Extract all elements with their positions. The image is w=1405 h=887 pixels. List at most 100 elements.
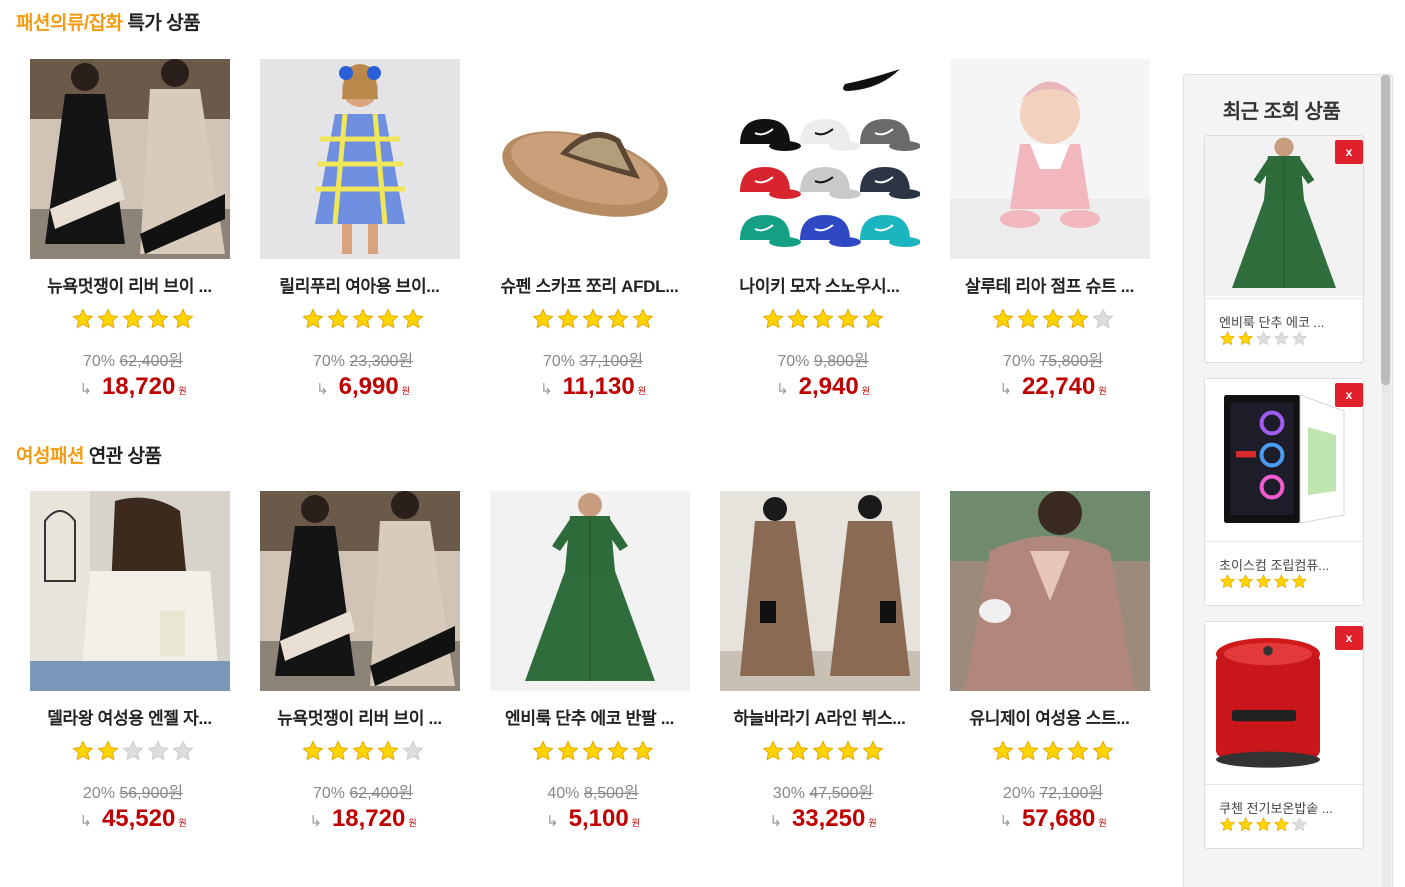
product-rating [478, 739, 708, 763]
product-rating [248, 307, 478, 331]
product-name[interactable]: 살루테 리아 점프 슈트 ... [942, 272, 1157, 297]
recent-item-name[interactable]: 쿠첸 전기보온밥솥 ... [1219, 798, 1354, 817]
product-card[interactable]: 엔비룩 단추 에코 반팔 ... 40% 8,500원 ↳ 5,100 원 [478, 491, 708, 833]
return-arrow-icon: ↳ [79, 381, 92, 398]
sale-price-row: ↳ 45,520 원 [18, 805, 248, 833]
product-grid-special: 뉴욕멋쟁이 리버 브이 ... 70% 62,400원 ↳ 18,720 원 릴리푸리 … [18, 59, 1168, 401]
recent-products-sidebar: 최근 조회 상품 x 엔비룩 단추 에코 ... x 초이스컴 조립컴퓨... x 쿠… [1183, 74, 1393, 887]
original-price: 9,800원 [813, 353, 869, 370]
product-name[interactable]: 유니제이 여성용 스트... [942, 704, 1157, 729]
product-card[interactable]: 릴리푸리 여아용 브이... 70% 23,300원 ↳ 6,990 원 [248, 59, 478, 401]
recent-item-name[interactable]: 초이스컴 조립컴퓨... [1219, 555, 1354, 574]
discount-rate: 70% [82, 353, 115, 370]
original-price-row: 70% 75,800원 [938, 347, 1168, 371]
product-image[interactable] [490, 491, 690, 691]
sale-price-row: ↳ 57,680 원 [938, 805, 1168, 833]
recent-item[interactable]: x 쿠첸 전기보온밥솥 ... [1204, 621, 1364, 849]
star-empty-icon [1273, 330, 1290, 346]
sidebar-scrollbar[interactable] [1381, 75, 1391, 887]
sale-price-row: ↳ 6,990 원 [248, 373, 478, 401]
discount-rate: 30% [772, 785, 805, 802]
section-title-related: 여성패션 연관 상품 [16, 441, 162, 468]
sidebar-scroll-thumb[interactable] [1381, 75, 1390, 385]
product-name[interactable]: 뉴욕멋쟁이 리버 브이 ... [22, 272, 237, 297]
product-card[interactable]: 델라왕 여성용 엔젤 자... 20% 56,900원 ↳ 45,520 원 [18, 491, 248, 833]
star-filled-icon [327, 740, 349, 761]
star-filled-icon [812, 740, 834, 761]
currency-unit: 원 [1098, 818, 1107, 828]
remove-recent-button[interactable]: x [1335, 626, 1363, 650]
star-filled-icon [557, 308, 579, 329]
original-price-row: 20% 72,100원 [938, 779, 1168, 803]
star-filled-icon [787, 740, 809, 761]
divider [1205, 298, 1363, 299]
product-image[interactable] [950, 491, 1150, 691]
star-filled-icon [172, 308, 194, 329]
product-card[interactable]: 유니제이 여성용 스트... 20% 72,100원 ↳ 57,680 원 [938, 491, 1168, 833]
product-image[interactable] [490, 59, 690, 259]
star-empty-icon [402, 740, 424, 761]
star-filled-icon [302, 740, 324, 761]
product-name[interactable]: 나이키 모자 스노우시... [712, 272, 927, 297]
product-card[interactable]: 슈펜 스카프 쪼리 AFDL... 70% 37,100원 ↳ 11,130 원 [478, 59, 708, 401]
product-image[interactable] [950, 59, 1150, 259]
star-filled-icon [1017, 740, 1039, 761]
product-image[interactable] [720, 491, 920, 691]
recent-item-name[interactable]: 엔비룩 단추 에코 ... [1219, 312, 1354, 331]
star-filled-icon [1017, 308, 1039, 329]
star-filled-icon [1067, 308, 1089, 329]
star-empty-icon [172, 740, 194, 761]
product-image[interactable] [30, 491, 230, 691]
product-image[interactable] [260, 59, 460, 259]
product-card[interactable]: 뉴욕멋쟁이 리버 브이 ... 70% 62,400원 ↳ 18,720 원 [18, 59, 248, 401]
star-filled-icon [1219, 816, 1236, 832]
product-card[interactable]: 나이키 모자 스노우시... 70% 9,800원 ↳ 2,940 원 [708, 59, 938, 401]
star-filled-icon [1291, 573, 1308, 589]
sale-price: 2,940 [798, 373, 859, 400]
return-arrow-icon: ↳ [999, 381, 1012, 398]
product-image[interactable] [720, 59, 920, 259]
star-filled-icon [352, 740, 374, 761]
recent-item-rating [1219, 330, 1308, 347]
product-name[interactable]: 델라왕 여성용 엔젤 자... [22, 704, 237, 729]
star-filled-icon [1255, 573, 1272, 589]
star-filled-icon [762, 308, 784, 329]
product-image[interactable] [260, 491, 460, 691]
return-arrow-icon: ↳ [309, 813, 322, 830]
currency-unit: 원 [637, 386, 646, 396]
remove-recent-button[interactable]: x [1335, 140, 1363, 164]
product-name[interactable]: 슈펜 스카프 쪼리 AFDL... [482, 272, 697, 297]
discount-rate: 70% [1002, 353, 1035, 370]
product-name[interactable]: 하늘바라기 A라인 뷔스... [712, 704, 927, 729]
product-name[interactable]: 엔비룩 단추 에코 반팔 ... [482, 704, 697, 729]
star-filled-icon [992, 308, 1014, 329]
currency-unit: 원 [401, 386, 410, 396]
product-card[interactable]: 살루테 리아 점프 슈트 ... 70% 75,800원 ↳ 22,740 원 [938, 59, 1168, 401]
product-card[interactable]: 하늘바라기 A라인 뷔스... 30% 47,500원 ↳ 33,250 원 [708, 491, 938, 833]
star-empty-icon [1255, 330, 1272, 346]
original-price: 72,100원 [1039, 785, 1104, 802]
discount-rate: 70% [777, 353, 810, 370]
product-name[interactable]: 릴리푸리 여아용 브이... [252, 272, 467, 297]
currency-unit: 원 [178, 818, 187, 828]
remove-recent-button[interactable]: x [1335, 383, 1363, 407]
currency-unit: 원 [408, 818, 417, 828]
star-filled-icon [532, 308, 554, 329]
original-price: 75,800원 [1039, 353, 1104, 370]
product-card[interactable]: 뉴욕멋쟁이 리버 브이 ... 70% 62,400원 ↳ 18,720 원 [248, 491, 478, 833]
recent-item[interactable]: x 엔비룩 단추 에코 ... [1204, 135, 1364, 363]
recent-item[interactable]: x 초이스컴 조립컴퓨... [1204, 378, 1364, 606]
section-title-highlight: 여성패션 [16, 446, 84, 467]
product-grid-related: 델라왕 여성용 엔젤 자... 20% 56,900원 ↳ 45,520 원 뉴욕멋쟁이… [18, 491, 1168, 833]
star-filled-icon [1067, 740, 1089, 761]
star-filled-icon [582, 740, 604, 761]
product-image[interactable] [30, 59, 230, 259]
return-arrow-icon: ↳ [546, 813, 559, 830]
product-name[interactable]: 뉴욕멋쟁이 리버 브이 ... [252, 704, 467, 729]
star-filled-icon [352, 308, 374, 329]
star-filled-icon [377, 308, 399, 329]
sale-price-row: ↳ 5,100 원 [478, 805, 708, 833]
sale-price: 18,720 [101, 373, 176, 400]
product-rating [18, 739, 248, 763]
original-price: 47,500원 [809, 785, 874, 802]
